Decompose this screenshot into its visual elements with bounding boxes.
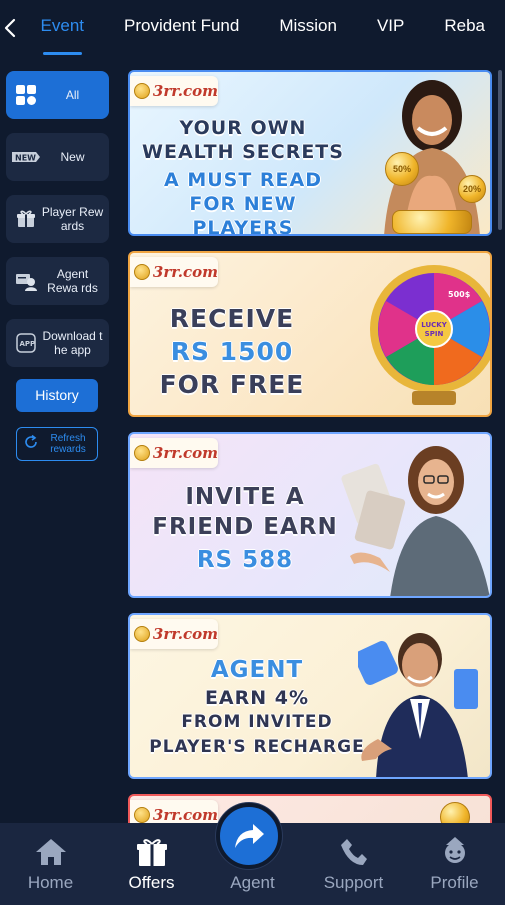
tab-provident-fund[interactable]: Provident Fund bbox=[104, 0, 259, 55]
svg-text:LUCKY: LUCKY bbox=[421, 321, 447, 329]
banner-headline: AGENT bbox=[210, 657, 304, 683]
nav-label: Offers bbox=[128, 873, 175, 892]
banner-subheadline: PLAYER'S RECHARGE bbox=[149, 737, 365, 757]
gift-icon bbox=[136, 839, 167, 866]
banner-amount: RS 588 bbox=[196, 547, 294, 573]
sidebar-item-label: All bbox=[65, 88, 80, 102]
banner-subheadline: FROM INVITED bbox=[181, 712, 333, 732]
nav-label: Profile bbox=[430, 873, 479, 892]
new-badge-icon: NEW bbox=[12, 143, 40, 171]
event-banner-partial[interactable]: 3rr.com bbox=[128, 794, 492, 825]
agent-icon bbox=[12, 267, 40, 295]
app-root: Event Provident Fund Mission VIP Reba Al… bbox=[0, 0, 505, 905]
svg-text:SPIN: SPIN bbox=[425, 330, 444, 338]
tab-bar: Event Provident Fund Mission VIP Reba bbox=[21, 0, 505, 55]
nav-support[interactable]: Support bbox=[303, 823, 404, 905]
coin-icon bbox=[440, 802, 470, 825]
banner-amount: RS 1500 bbox=[170, 337, 294, 366]
sidebar-item-new[interactable]: NEW New bbox=[6, 133, 109, 181]
brand-logo: 3rr.com bbox=[130, 800, 218, 825]
sidebar-item-all[interactable]: All bbox=[6, 71, 109, 119]
sidebar-item-label: Download t he app bbox=[42, 329, 103, 357]
tab-rebate[interactable]: Reba bbox=[424, 0, 505, 55]
tab-vip[interactable]: VIP bbox=[357, 0, 424, 55]
tab-mission[interactable]: Mission bbox=[259, 0, 357, 55]
banner-headline: RECEIVE bbox=[169, 304, 295, 333]
history-button[interactable]: History bbox=[16, 379, 98, 412]
refresh-label: Refresh rewards bbox=[50, 433, 86, 455]
sidebar-item-download-app[interactable]: APP Download t he app bbox=[6, 319, 109, 367]
sidebar-item-agent-rewards[interactable]: Agent Rewa rds bbox=[6, 257, 109, 305]
share-arrow-icon bbox=[235, 824, 264, 848]
brand-logo: 3rr.com bbox=[130, 257, 218, 287]
coin-stack-icon bbox=[392, 210, 472, 234]
sidebar-item-label: New bbox=[60, 150, 85, 164]
event-banner-agent[interactable]: 3rr.com AGENT EARN 4% FROM INVITED PLAYE… bbox=[128, 613, 492, 779]
category-sidebar: All NEW New Player Rew ards Agent Rewa r… bbox=[0, 62, 118, 822]
profile-icon bbox=[444, 837, 465, 863]
sidebar-item-player-rewards[interactable]: Player Rew ards bbox=[6, 195, 109, 243]
home-icon bbox=[35, 839, 66, 865]
coin-icon: 50% bbox=[385, 152, 419, 186]
svg-text:APP: APP bbox=[20, 340, 36, 348]
nav-profile[interactable]: Profile bbox=[404, 823, 505, 905]
refresh-icon bbox=[23, 434, 39, 455]
sidebar-item-label: Player Rew ards bbox=[41, 205, 104, 233]
event-banner-invite-friend[interactable]: 3rr.com INVITE A FRIEND EARN RS 588 bbox=[128, 432, 492, 598]
app-icon: APP bbox=[12, 329, 40, 357]
banner-subheadline: A MUST READ FOR NEW PLAYERS bbox=[164, 169, 322, 236]
lucky-spin-wheel-icon: 500$ LUCKY SPIN bbox=[370, 265, 490, 405]
coin-icon: 20% bbox=[458, 175, 486, 203]
sidebar-item-label: Agent Rewa rds bbox=[47, 267, 98, 295]
banner-amount: EARN 4% bbox=[204, 687, 310, 709]
tab-event[interactable]: Event bbox=[21, 0, 104, 55]
top-nav: Event Provident Fund Mission VIP Reba bbox=[0, 0, 505, 55]
svg-text:500$: 500$ bbox=[448, 290, 471, 299]
brand-logo: 3rr.com bbox=[130, 76, 218, 106]
event-banner-free-bonus[interactable]: 3rr.com RECEIVE RS 1500 FOR FREE 500$ LU… bbox=[128, 251, 492, 417]
gift-icon bbox=[12, 205, 40, 233]
nav-label: Support bbox=[323, 873, 384, 892]
svg-text:NEW: NEW bbox=[15, 154, 36, 163]
back-button[interactable] bbox=[0, 0, 21, 55]
event-banner-new-players[interactable]: 3rr.com YOUR OWN WEALTH SECRETS A MUST R… bbox=[128, 70, 492, 236]
grid-icon bbox=[12, 81, 40, 109]
scrollbar[interactable] bbox=[498, 70, 502, 230]
phone-icon bbox=[340, 839, 367, 865]
nav-offers[interactable]: Offers bbox=[101, 823, 202, 905]
brand-logo: 3rr.com bbox=[130, 438, 218, 468]
banner-subheadline: FOR FREE bbox=[159, 370, 305, 399]
nav-label: Home bbox=[27, 873, 74, 892]
event-banner-list: 3rr.com YOUR OWN WEALTH SECRETS A MUST R… bbox=[128, 70, 494, 825]
refresh-rewards-button[interactable]: Refresh rewards bbox=[16, 427, 98, 461]
nav-home[interactable]: Home bbox=[0, 823, 101, 905]
chevron-left-icon bbox=[5, 18, 16, 37]
woman-illustration bbox=[341, 446, 490, 596]
banner-headline: YOUR OWN WEALTH SECRETS bbox=[142, 117, 344, 163]
nav-label: Agent bbox=[230, 873, 275, 892]
brand-logo: 3rr.com bbox=[130, 619, 218, 649]
banner-headline: INVITE A FRIEND EARN bbox=[152, 484, 338, 540]
agent-share-button[interactable] bbox=[216, 803, 282, 869]
businessman-illustration bbox=[358, 633, 478, 777]
